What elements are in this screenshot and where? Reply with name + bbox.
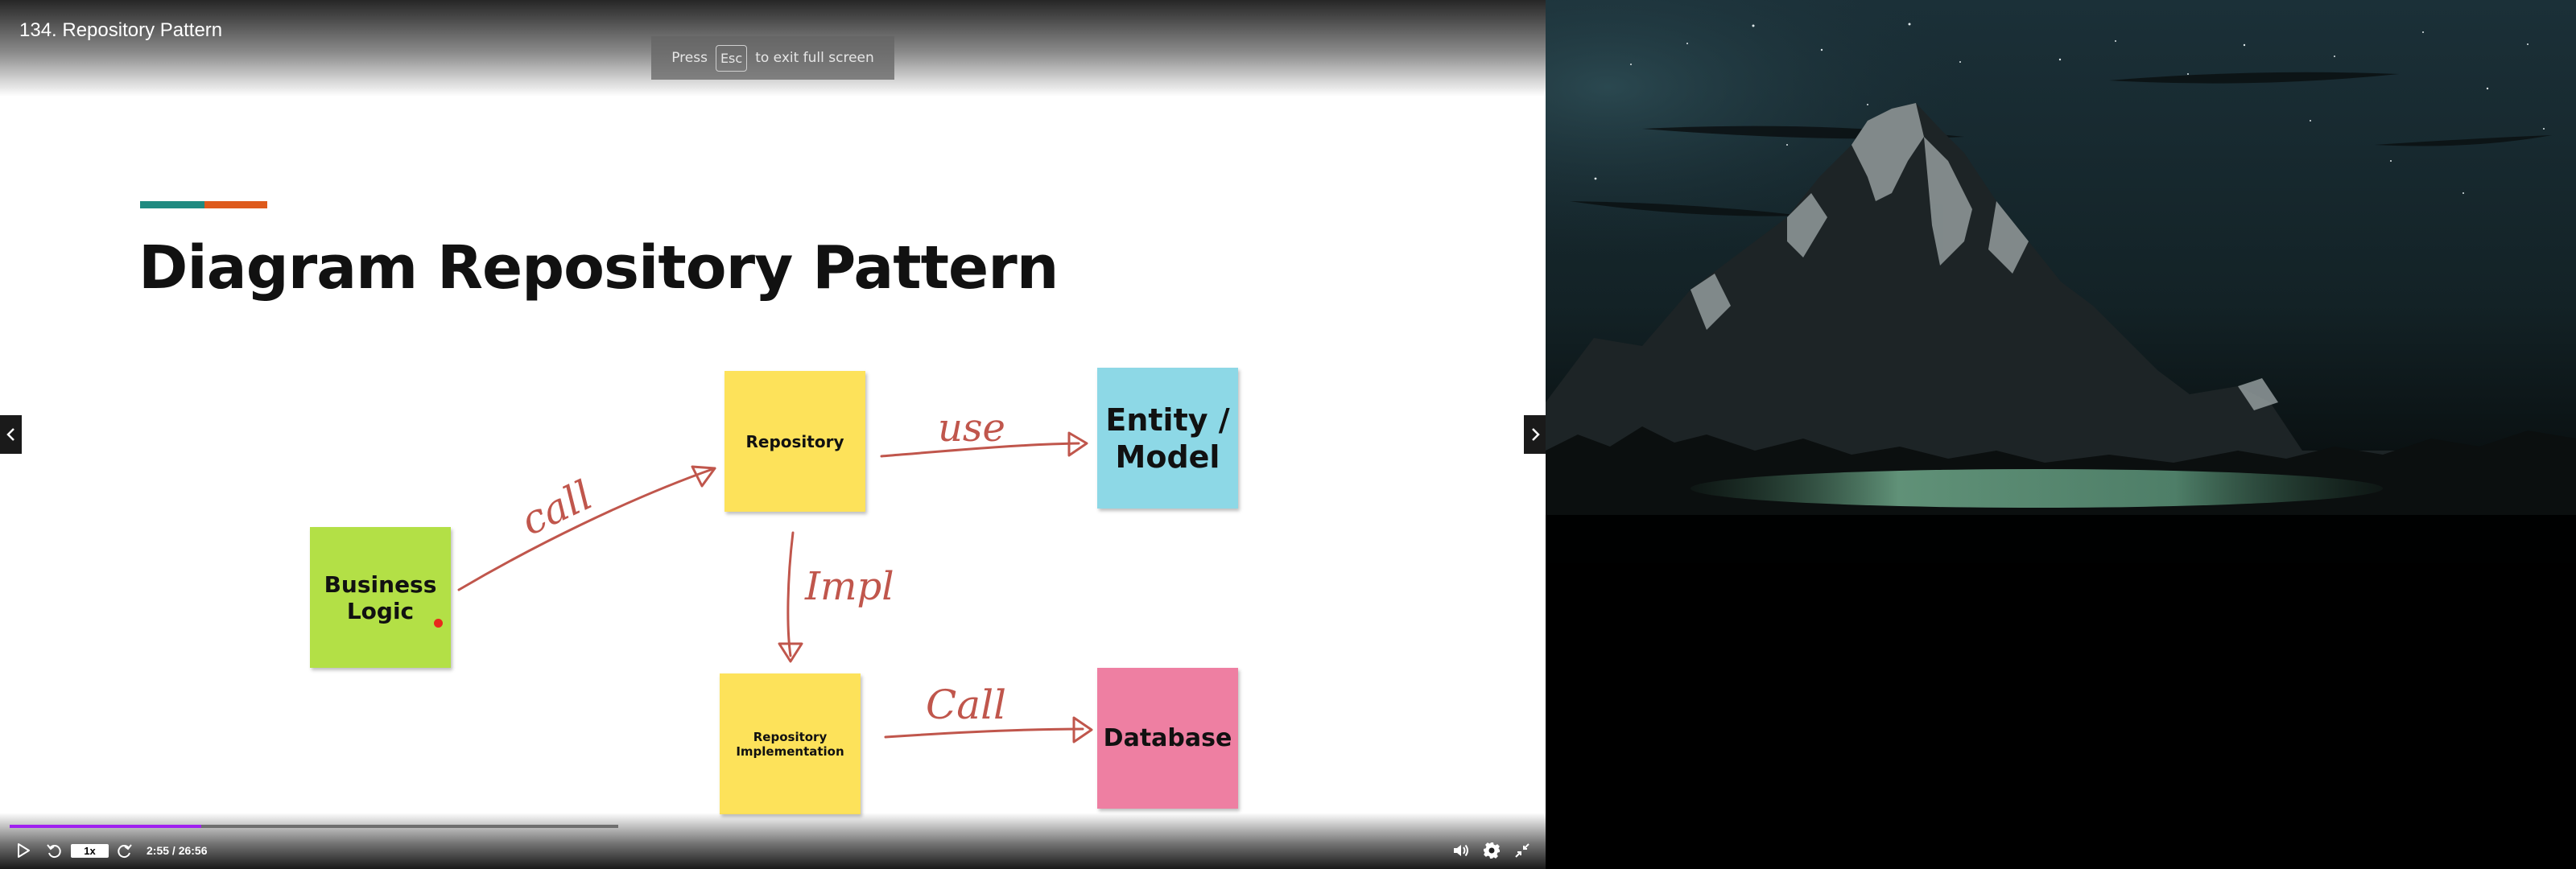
exit-fullscreen-button[interactable]	[1510, 837, 1534, 864]
exit-fullscreen-icon	[1515, 843, 1530, 858]
annotation-use: use	[938, 406, 1005, 451]
play-icon	[18, 843, 30, 858]
impl-arrow	[786, 531, 795, 657]
forward-icon	[118, 844, 132, 859]
next-slide-button[interactable]	[1524, 415, 1546, 454]
call-arrow-2	[884, 727, 1084, 739]
video-player[interactable]: 134. Repository Pattern Press Esc to exi…	[0, 0, 1546, 869]
chevron-right-icon	[1531, 428, 1540, 441]
annotation-call: call	[514, 472, 600, 545]
forward-button[interactable]	[113, 837, 137, 864]
lake-glow	[1690, 469, 2383, 508]
desktop-wallpaper	[1546, 0, 2576, 869]
annotation-call-2: Call	[926, 682, 1006, 728]
player-controls: 1x 2:55 / 26:56	[0, 837, 1546, 864]
handwritten-annotations: call use Impl Call	[457, 406, 1093, 743]
call-arrow	[457, 467, 716, 591]
settings-button[interactable]	[1480, 837, 1504, 864]
volume-icon	[1454, 844, 1468, 857]
previous-slide-button[interactable]	[0, 415, 22, 454]
rewind-button[interactable]	[42, 837, 66, 864]
chevron-left-icon	[6, 428, 14, 441]
time-display: 2:55 / 26:56	[147, 844, 208, 857]
annotation-impl: Impl	[804, 564, 894, 609]
rewind-icon	[47, 844, 61, 859]
playback-speed-button[interactable]: 1x	[71, 844, 109, 858]
progress-fill	[10, 825, 201, 828]
volume-button[interactable]	[1449, 837, 1473, 864]
play-button[interactable]	[11, 837, 35, 864]
progress-bar[interactable]	[10, 825, 618, 828]
gear-icon	[1484, 842, 1500, 859]
